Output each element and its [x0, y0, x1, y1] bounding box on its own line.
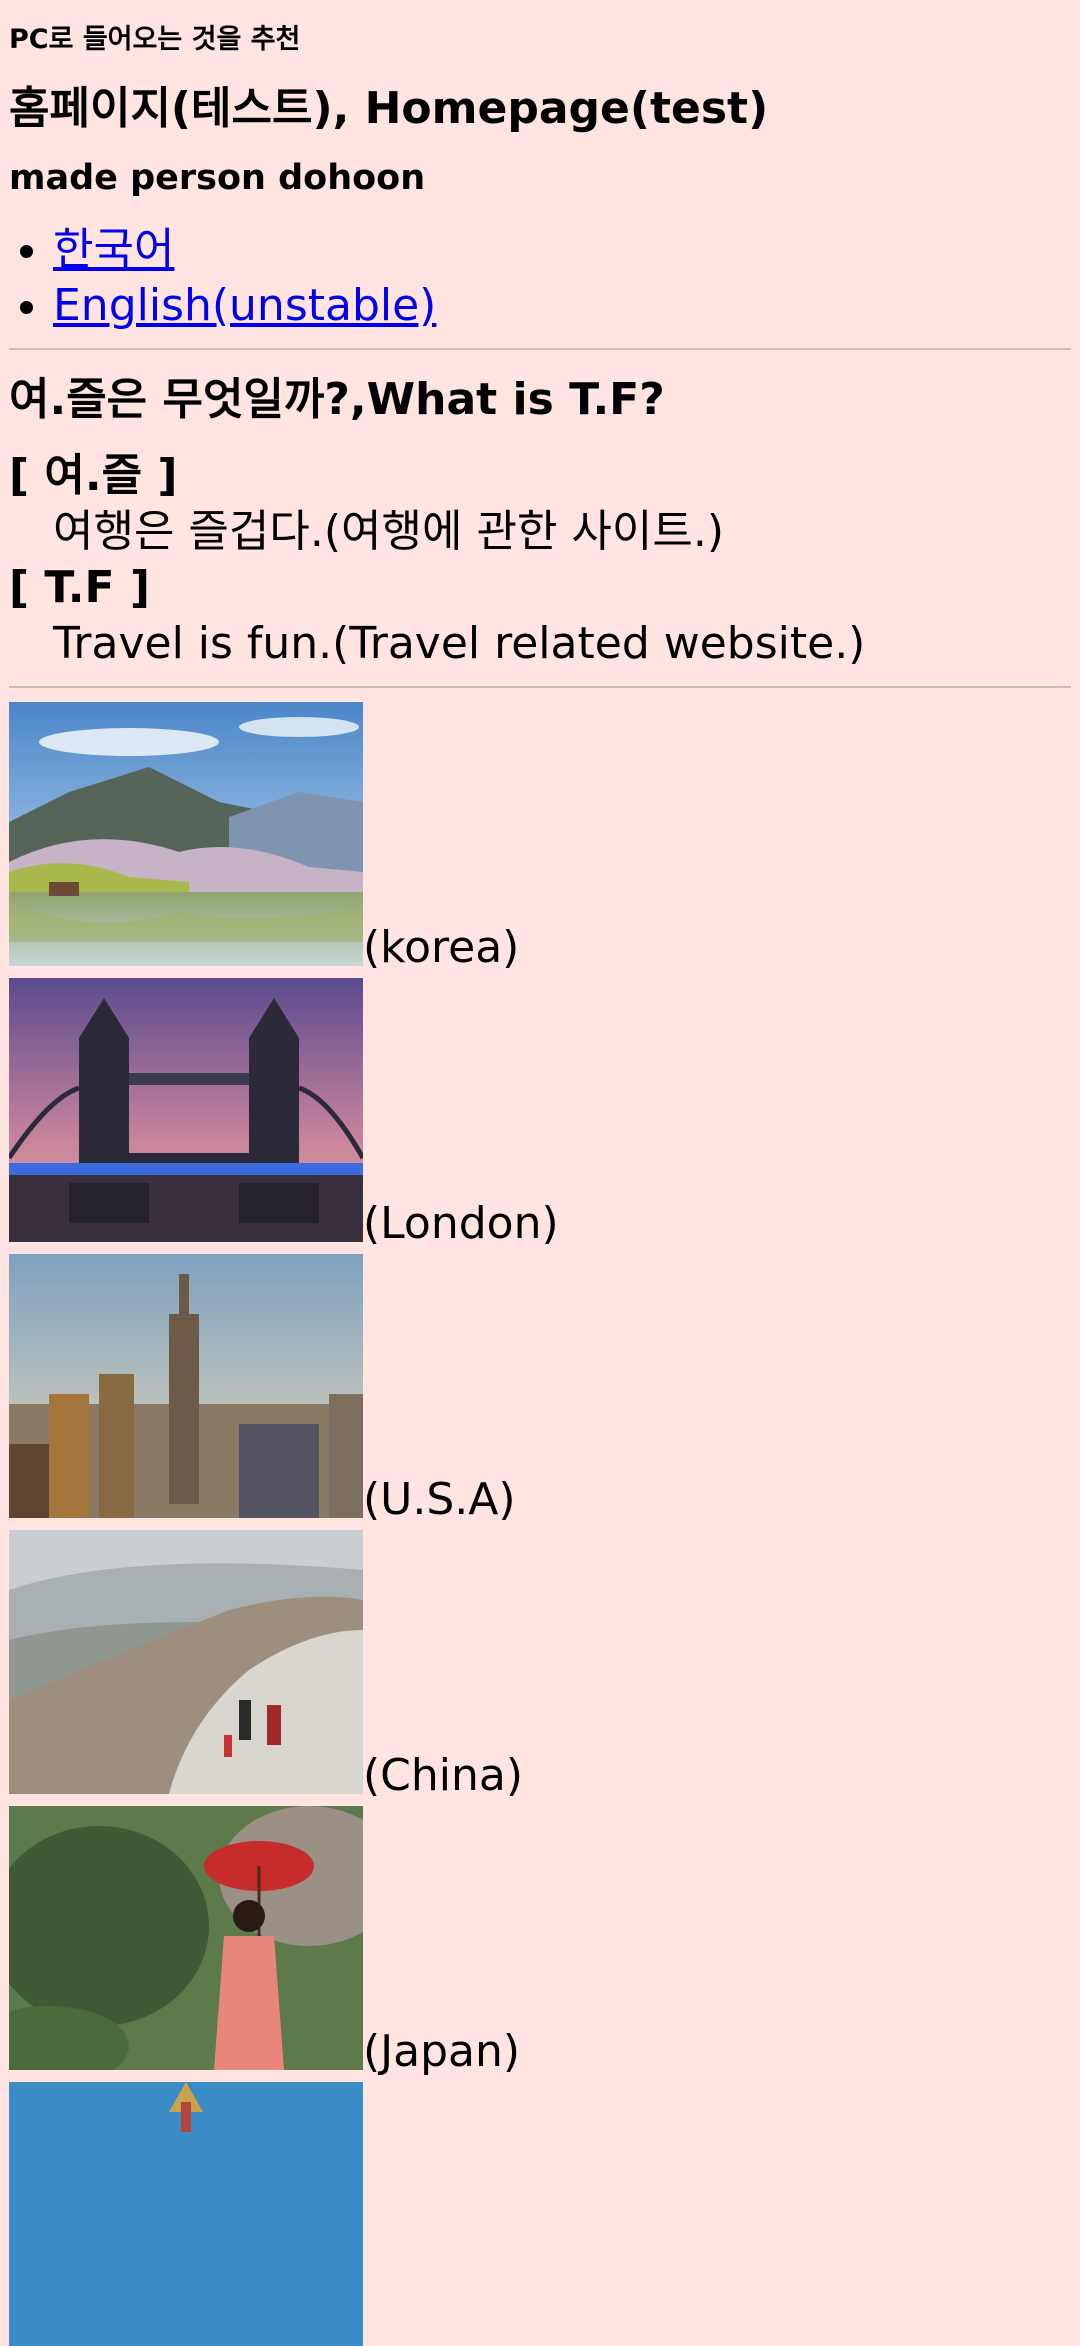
definition-description: 여행은 즐겁다.(여행에 관한 사이트.)	[53, 506, 724, 557]
language-link-english[interactable]: English(unstable)	[53, 280, 436, 331]
place-item: (London)	[9, 978, 1071, 1246]
definition-description: Travel is fun.(Travel related website.)	[53, 618, 866, 669]
section-heading: 여.즐은 무엇일까?,What is T.F?	[9, 374, 665, 425]
author-line: made person dohoon	[9, 158, 426, 198]
korea-landscape-photo	[9, 702, 363, 966]
great-wall-photo	[9, 1530, 363, 1794]
place-caption: (Japan)	[363, 2026, 521, 2077]
definition-list: [ 여.즐 ] 여행은 즐겁다.(여행에 관한 사이트.) [ T.F ] Tr…	[9, 448, 1071, 672]
new-york-skyline-photo	[9, 1254, 363, 1518]
places-gallery: (korea) (London) (U.S.A) (China) (Japan)	[9, 702, 1071, 2346]
recommend-note: PC로 들어오는 것을 추천	[9, 24, 301, 55]
language-link-korean[interactable]: 한국어	[53, 224, 174, 275]
place-item: (China)	[9, 1530, 1071, 1798]
place-item: (korea)	[9, 702, 1071, 970]
place-caption: (London)	[363, 1198, 559, 1249]
place-item: (U.S.A)	[9, 1254, 1071, 1522]
place-caption: (China)	[363, 1750, 524, 1801]
page: PC로 들어오는 것을 추천 홈페이지(테스트), Homepage(test)…	[0, 0, 1080, 2346]
page-title: 홈페이지(테스트), Homepage(test)	[9, 83, 769, 134]
definition-term: [ 여.즐 ]	[9, 450, 178, 501]
london-tower-bridge-photo	[9, 978, 363, 1242]
place-item	[9, 2082, 1071, 2346]
definition-term: [ T.F ]	[9, 562, 150, 613]
place-caption: (U.S.A)	[363, 1474, 516, 1525]
russia-cathedral-photo	[9, 2082, 363, 2346]
language-item-english: English(unstable)	[53, 278, 1071, 334]
language-item-korean: 한국어	[53, 222, 1071, 278]
place-caption: (korea)	[363, 922, 520, 973]
divider	[9, 686, 1071, 688]
divider	[9, 348, 1071, 350]
language-list: 한국어 English(unstable)	[9, 222, 1071, 334]
place-item: (Japan)	[9, 1806, 1071, 2074]
japan-kimono-umbrella-photo	[9, 1806, 363, 2070]
